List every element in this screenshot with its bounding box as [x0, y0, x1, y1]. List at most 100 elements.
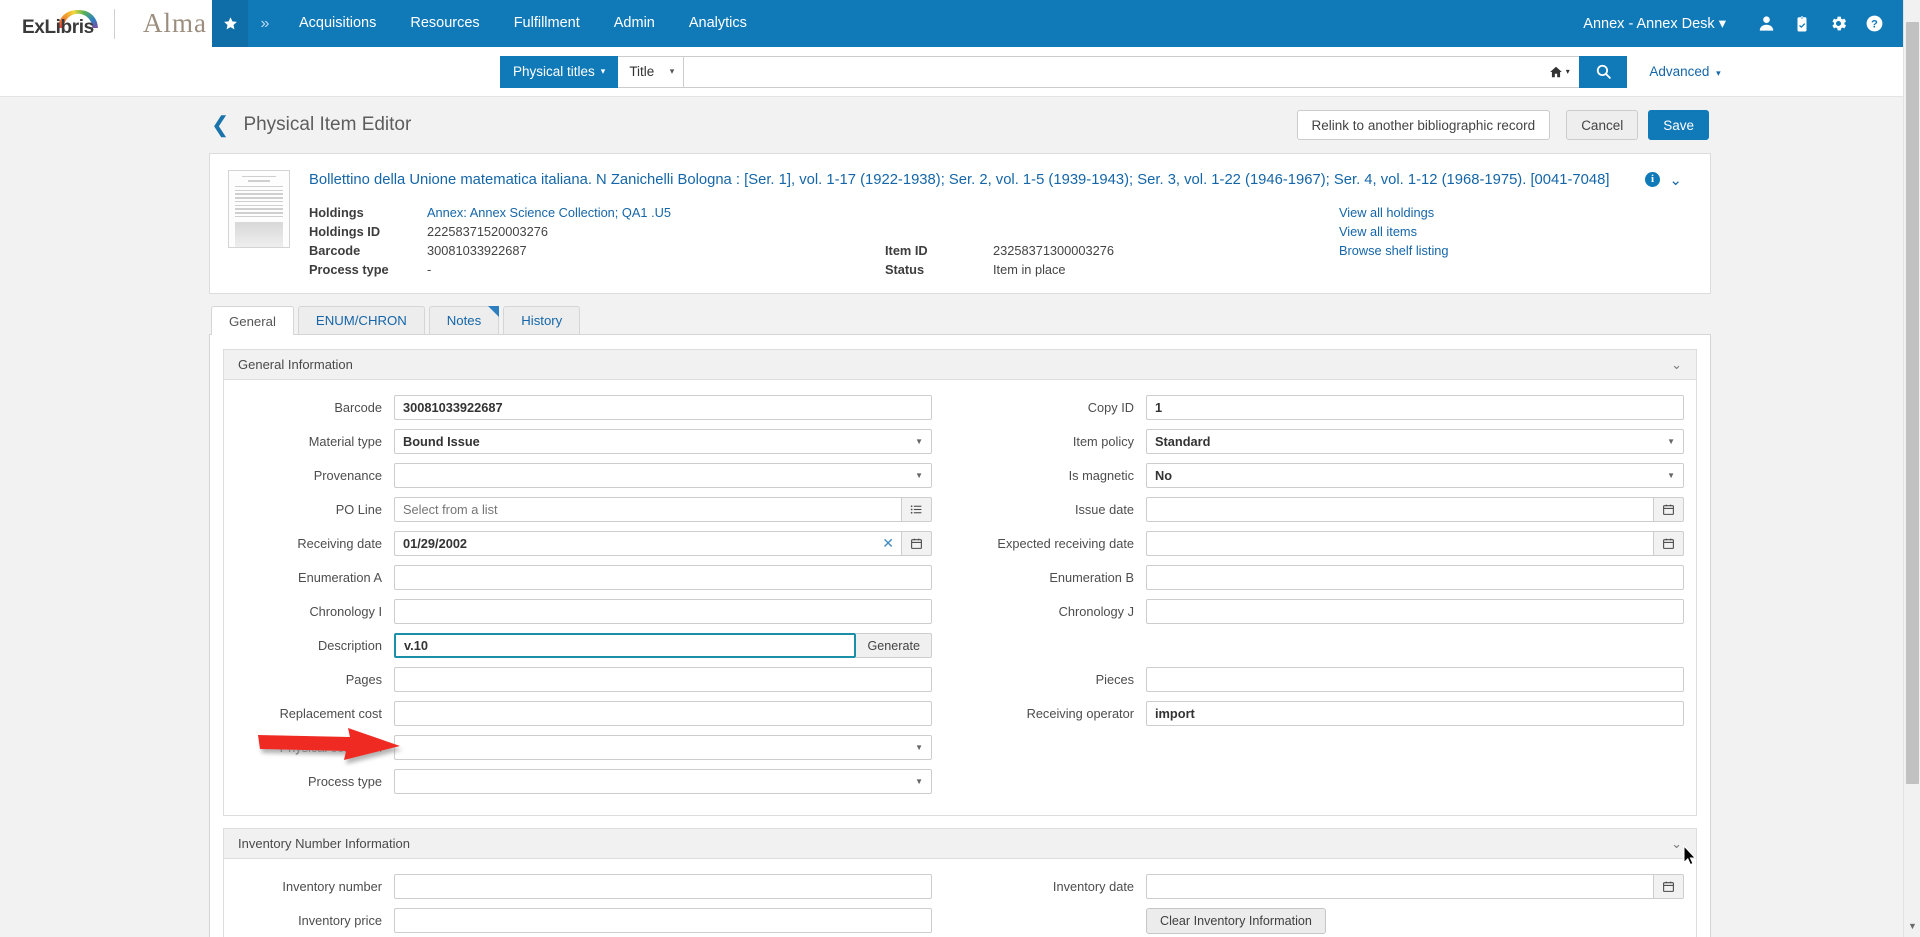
barcode-input[interactable] — [394, 395, 932, 420]
nav-analytics[interactable]: Analytics — [672, 0, 764, 47]
field-pages: Pages — [236, 667, 932, 692]
view-all-holdings-link[interactable]: View all holdings — [1339, 205, 1690, 220]
tab-enum-chron[interactable]: ENUM/CHRON — [297, 306, 425, 334]
advanced-search-link[interactable]: Advanced ▾ — [1649, 64, 1720, 79]
user-desk-selector[interactable]: Annex - Annex Desk ▾ — [1583, 16, 1726, 32]
search-input[interactable] — [684, 55, 1540, 88]
search-field-select[interactable]: Title ▾ — [618, 55, 685, 88]
nav-admin[interactable]: Admin — [597, 0, 672, 47]
nav-fulfillment[interactable]: Fulfillment — [497, 0, 597, 47]
chevron-down-icon[interactable]: ⌄ — [1671, 357, 1682, 373]
copy-id-field-label: Copy ID — [1087, 400, 1134, 415]
tab-general[interactable]: General — [211, 306, 294, 335]
field-material-type: Material type Bound Issue ▼ — [236, 429, 932, 454]
inventory-date-input[interactable] — [1146, 874, 1654, 899]
receiving-date-input[interactable] — [394, 531, 902, 556]
material-type-select[interactable]: Bound Issue ▼ — [394, 429, 932, 454]
inventory-number-input[interactable] — [394, 874, 932, 899]
inventory-price-input[interactable] — [394, 908, 932, 933]
editor-panel: General Information ⌄ Barcode Material t… — [209, 334, 1711, 937]
inventory-price-field-label: Inventory price — [298, 913, 382, 928]
receiving-date-field-label: Receiving date — [297, 536, 382, 551]
enumeration-a-input[interactable] — [394, 565, 932, 590]
calendar-icon[interactable] — [1654, 497, 1684, 522]
clipboard-check-icon[interactable] — [1784, 0, 1820, 47]
search-field-label: Title — [629, 64, 655, 79]
general-information-header[interactable]: General Information ⌄ — [224, 350, 1696, 380]
field-description: Description Generate — [236, 633, 932, 658]
chevron-down-icon[interactable]: ⌄ — [1671, 836, 1682, 852]
scrollbar-thumb[interactable] — [1906, 22, 1919, 784]
holdings-value[interactable]: Annex: Annex Science Collection; QA1 .U5 — [427, 205, 885, 220]
enumeration-b-field-label: Enumeration B — [1049, 570, 1134, 585]
star-icon[interactable] — [212, 0, 248, 47]
list-icon[interactable] — [902, 497, 932, 522]
item-policy-select[interactable]: Standard ▼ — [1146, 429, 1684, 454]
calendar-icon[interactable] — [1654, 531, 1684, 556]
issue-date-input[interactable] — [1146, 497, 1654, 522]
copy-id-input[interactable] — [1146, 395, 1684, 420]
item-policy-field-label: Item policy — [1072, 434, 1134, 449]
chevron-down-icon: ▼ — [915, 743, 923, 752]
chronology-j-input[interactable] — [1146, 599, 1684, 624]
record-links: View all holdings View all items Browse … — [1339, 205, 1690, 277]
help-icon[interactable]: ? — [1856, 0, 1892, 47]
browse-shelf-listing-link[interactable]: Browse shelf listing — [1339, 243, 1690, 258]
cancel-button[interactable]: Cancel — [1566, 110, 1639, 140]
expected-receiving-date-input[interactable] — [1146, 531, 1654, 556]
save-button[interactable]: Save — [1648, 110, 1709, 140]
gear-icon[interactable] — [1820, 0, 1856, 47]
calendar-icon[interactable] — [902, 531, 932, 556]
physical-condition-select[interactable]: ▼ — [394, 735, 932, 760]
chevron-down-icon[interactable]: ⌄ — [1669, 170, 1682, 191]
pieces-field-label: Pieces — [1095, 672, 1134, 687]
chronology-i-input[interactable] — [394, 599, 932, 624]
calendar-icon[interactable] — [1654, 874, 1684, 899]
home-icon[interactable]: ▾ — [1539, 55, 1580, 88]
chevron-down-icon: ▼ — [915, 437, 923, 446]
replacement-cost-field-label: Replacement cost — [279, 706, 382, 721]
provenance-select[interactable]: ▼ — [394, 463, 932, 488]
search-icon[interactable] — [1579, 55, 1628, 88]
is-magnetic-select[interactable]: No ▼ — [1146, 463, 1684, 488]
inventory-number-information-header[interactable]: Inventory Number Information ⌄ — [224, 829, 1696, 859]
enumeration-b-input[interactable] — [1146, 565, 1684, 590]
description-field-label: Description — [317, 638, 382, 653]
empty-cell — [993, 205, 1339, 220]
field-po-line: PO Line — [236, 497, 932, 522]
tab-notes[interactable]: Notes — [428, 306, 500, 334]
pieces-input[interactable] — [1146, 667, 1684, 692]
description-input[interactable] — [394, 633, 857, 658]
pages-input[interactable] — [394, 667, 932, 692]
generate-button[interactable]: Generate — [856, 633, 932, 658]
po-line-input[interactable] — [394, 497, 902, 522]
clear-x-icon[interactable]: ✕ — [882, 534, 894, 553]
replacement-cost-input[interactable] — [394, 701, 932, 726]
double-chevron-right-icon[interactable]: » — [248, 0, 282, 47]
nav-resources[interactable]: Resources — [393, 0, 496, 47]
brand-area: ExLibris Alma — [0, 0, 212, 47]
record-title[interactable]: Bollettino della Unione matematica itali… — [309, 170, 1690, 191]
enumeration-a-field-label: Enumeration A — [298, 570, 382, 585]
scroll-down-arrow-icon[interactable]: ▼ — [1904, 921, 1920, 931]
info-icon[interactable]: i — [1645, 172, 1660, 187]
tab-history[interactable]: History — [503, 306, 581, 334]
search-scope-button[interactable]: Physical titles ▾ — [500, 55, 619, 88]
receiving-operator-input[interactable] — [1146, 701, 1684, 726]
inventory-right-column: Inventory date Clear Inventory Informati… — [988, 874, 1684, 937]
field-inventory-number: Inventory number — [236, 874, 932, 899]
back-chevron-icon[interactable]: ❮ — [211, 114, 229, 136]
person-icon[interactable] — [1748, 0, 1784, 47]
main-nav: Acquisitions Resources Fulfillment Admin… — [282, 0, 764, 47]
view-all-items-link[interactable]: View all items — [1339, 224, 1690, 239]
is-magnetic-value: No — [1155, 468, 1173, 483]
clear-inventory-information-button[interactable]: Clear Inventory Information — [1146, 908, 1326, 934]
field-inventory-date: Inventory date — [988, 874, 1684, 899]
field-replacement-cost: Replacement cost — [236, 701, 932, 726]
page-scrollbar[interactable]: ▼ — [1903, 0, 1920, 937]
record-thumbnail — [228, 170, 290, 248]
process-type-select[interactable]: ▼ — [394, 769, 932, 794]
nav-acquisitions[interactable]: Acquisitions — [282, 0, 393, 47]
relink-button[interactable]: Relink to another bibliographic record — [1296, 110, 1551, 140]
inventory-clear-row: Clear Inventory Information — [988, 908, 1684, 934]
